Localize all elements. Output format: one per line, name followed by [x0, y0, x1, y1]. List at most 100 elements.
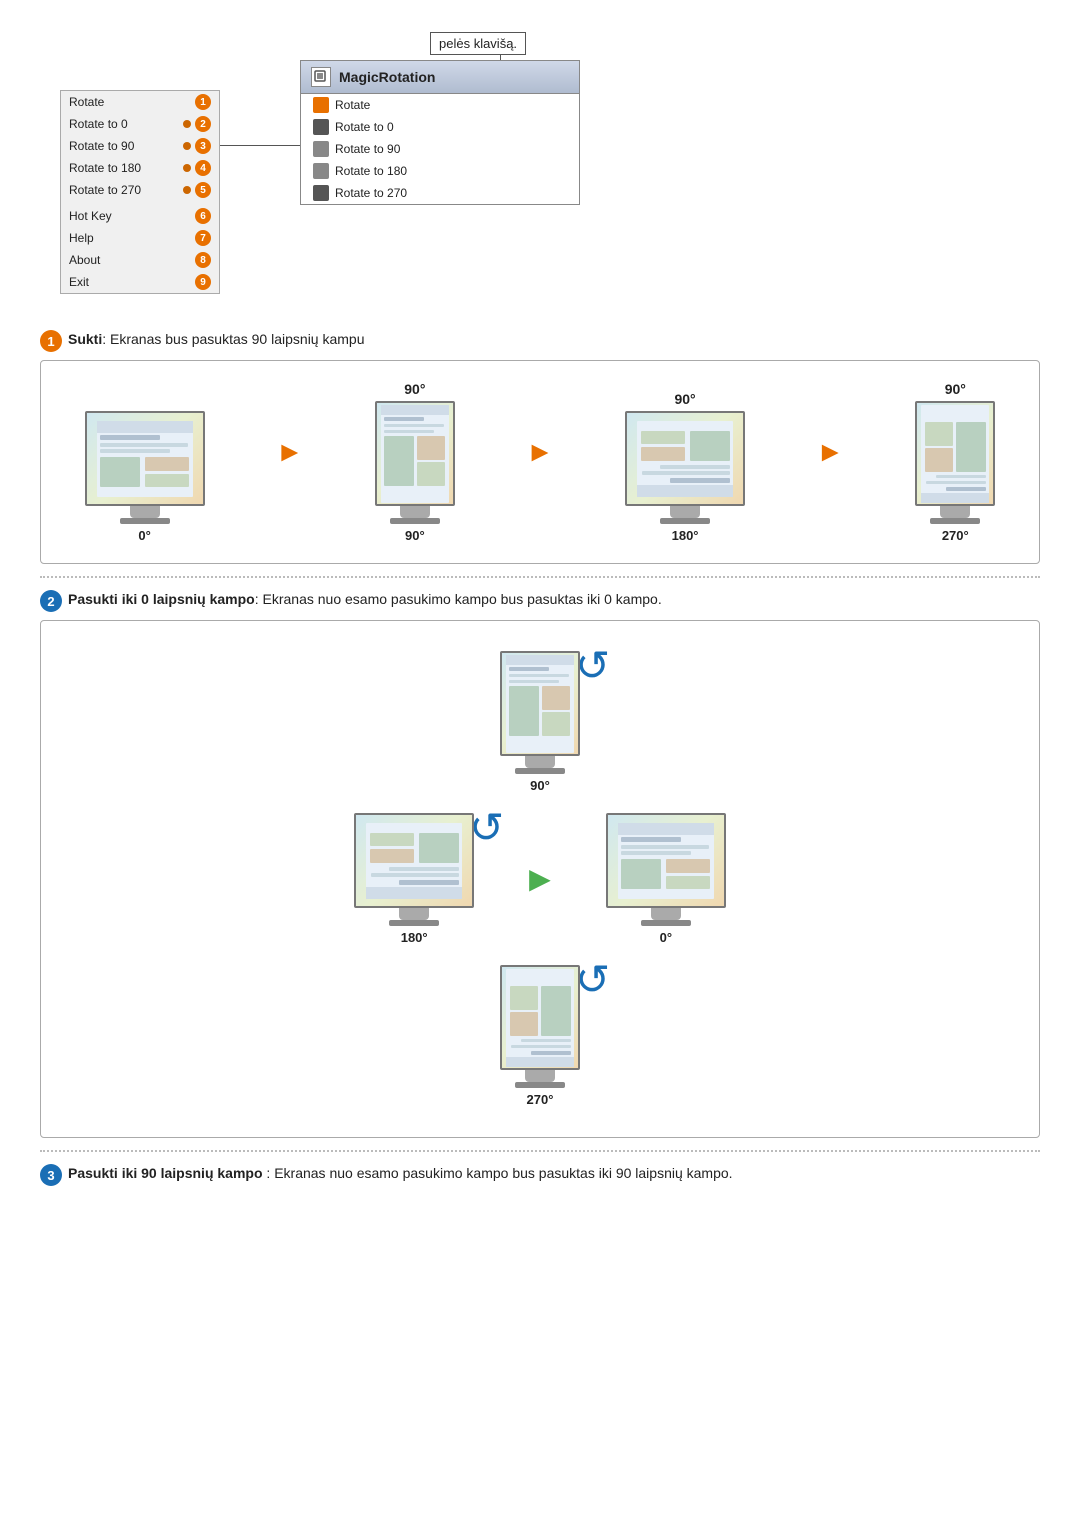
- monitor-270-content: [917, 403, 993, 504]
- menu-rotate0-label: Rotate to 0: [69, 117, 128, 131]
- menu-item-exit[interactable]: Exit 9: [61, 271, 219, 293]
- magic-item-rotate180[interactable]: Rotate to 180: [301, 160, 579, 182]
- monitor-270-screen: [915, 401, 995, 506]
- monitor-0-screen: [85, 411, 205, 506]
- monitor-90-stand: [400, 506, 430, 518]
- step2-label-270: 270°: [527, 1092, 554, 1107]
- connector-line: [220, 145, 302, 146]
- arrow-2: ►: [526, 436, 554, 488]
- step2-marker: 2: [40, 590, 62, 612]
- step2-label-90: 90°: [530, 778, 550, 793]
- step2-text: Pasukti iki 0 laipsnių kampo: Ekranas nu…: [68, 590, 662, 610]
- step2-screen-90: [500, 651, 580, 756]
- step2-content-90: [502, 653, 578, 754]
- magic-rotate90-icon: [313, 141, 329, 157]
- monitor-0-base: [120, 518, 170, 524]
- step2-svg-270: [505, 968, 575, 1068]
- menu-about-label: About: [69, 253, 100, 267]
- menu-dot-4: [183, 164, 191, 172]
- menu-item-hotkey[interactable]: Hot Key 6: [61, 205, 219, 227]
- curved-arrow-bot: ↻: [575, 955, 610, 1004]
- arrow-blue-mid: ►: [522, 858, 558, 900]
- step2-stand-90: [525, 756, 555, 768]
- step3-text: Pasukti iki 90 laipsnių kampo : Ekranas …: [68, 1164, 733, 1184]
- magic-item-rotate0[interactable]: Rotate to 0: [301, 116, 579, 138]
- step2-content-0: [608, 815, 724, 906]
- arrow-1: ►: [276, 436, 304, 488]
- monitor-180-base: [660, 518, 710, 524]
- separator-1: [40, 576, 1040, 578]
- monitor-0-bottom-label: 0°: [138, 528, 150, 543]
- step3-header: 3 Pasukti iki 90 laipsnių kampo : Ekrana…: [40, 1164, 1040, 1186]
- step2-rest: : Ekranas nuo esamo pasukimo kampo bus p…: [255, 591, 662, 607]
- step1-bold: Sukti: [68, 331, 102, 347]
- step2-stand-0: [651, 908, 681, 920]
- menu-item-help[interactable]: Help 7: [61, 227, 219, 249]
- step1-monitors-row: 90°: [56, 381, 1024, 543]
- menu-num-3: 3: [195, 138, 211, 154]
- monitor-90-screen: [375, 401, 455, 506]
- monitor-90-base: [390, 518, 440, 524]
- monitor-270deg: 90°: [915, 381, 995, 543]
- step2-middle-row: ↻: [61, 813, 1019, 945]
- menu-item-rotate[interactable]: Rotate 1: [61, 91, 219, 113]
- magic-rotate0-label: Rotate to 0: [335, 120, 394, 134]
- menu-item-about[interactable]: About 8: [61, 249, 219, 271]
- arrow-3: ►: [816, 436, 844, 488]
- magic-item-rotate90[interactable]: Rotate to 90: [301, 138, 579, 160]
- menu-dot-5: [183, 186, 191, 194]
- menu-num-7: 7: [195, 230, 211, 246]
- menu-item-rotate90[interactable]: Rotate to 90 3: [61, 135, 219, 157]
- step2-base-180: [389, 920, 439, 926]
- step2-label-0: 0°: [660, 930, 672, 945]
- step2-base-0: [641, 920, 691, 926]
- top-section: pelės klavišą. Rotate 1 Rotate to 0 2 Ro…: [0, 0, 1080, 310]
- peles-label: pelės klavišą.: [430, 32, 526, 55]
- menu-item-rotate180[interactable]: Rotate to 180 4: [61, 157, 219, 179]
- menu-num-2: 2: [195, 116, 211, 132]
- magic-item-rotate270[interactable]: Rotate to 270: [301, 182, 579, 204]
- monitor-180-stand: [670, 506, 700, 518]
- step2-monitor-270: ↻: [500, 965, 580, 1107]
- monitor-270-svg: [920, 404, 990, 504]
- step2-header: 2 Pasukti iki 0 laipsnių kampo: Ekranas …: [40, 590, 1040, 612]
- monitor-0-stand: [130, 506, 160, 518]
- magic-item-rotate[interactable]: Rotate: [301, 94, 579, 116]
- magic-rotation-panel: MagicRotation Rotate Rotate to 0 Rotate …: [300, 60, 580, 205]
- monitor-270-top-label: 90°: [945, 381, 966, 397]
- magic-rotate0-icon: [313, 119, 329, 135]
- magic-rotate180-icon: [313, 163, 329, 179]
- menu-num-8: 8: [195, 252, 211, 268]
- step2-monitor-90: ↻: [500, 651, 580, 793]
- step2-diagram: ↻: [40, 620, 1040, 1138]
- monitor-90-content: [377, 403, 453, 504]
- separator-2: [40, 1150, 1040, 1152]
- magic-icon: [311, 67, 331, 87]
- monitor-180-content: [627, 413, 743, 504]
- magic-rotate-icon: [313, 97, 329, 113]
- menu-exit-label: Exit: [69, 275, 89, 289]
- magic-panel-header: MagicRotation: [301, 61, 579, 94]
- step2-screen-180: [354, 813, 474, 908]
- curved-arrow-mid: ↻: [469, 803, 504, 852]
- menu-item-rotate270[interactable]: Rotate to 270 5: [61, 179, 219, 201]
- menu-item-rotate0[interactable]: Rotate to 0 2: [61, 113, 219, 135]
- monitor-90deg: 90°: [375, 381, 455, 543]
- step2-screen-0: [606, 813, 726, 908]
- monitor-180deg: 90°: [625, 391, 745, 543]
- step2-content-270: [502, 967, 578, 1068]
- monitor-270-stand: [940, 506, 970, 518]
- menu-rotate90-label: Rotate to 90: [69, 139, 134, 153]
- monitor-0-svg: [95, 419, 195, 499]
- step2-content-180: [356, 815, 472, 906]
- monitor-0deg: 90°: [85, 391, 205, 543]
- step1-diagram: 90°: [40, 360, 1040, 564]
- monitor-180-svg: [635, 419, 735, 499]
- menu-help-label: Help: [69, 231, 94, 245]
- step2-base-270: [515, 1082, 565, 1088]
- magic-rotation-icon: [314, 70, 328, 84]
- step2-svg-90: [505, 654, 575, 754]
- step3-bold: Pasukti iki 90 laipsnių kampo: [68, 1165, 263, 1181]
- menu-dot-2: [183, 120, 191, 128]
- step2-monitor-0: 0°: [606, 813, 726, 945]
